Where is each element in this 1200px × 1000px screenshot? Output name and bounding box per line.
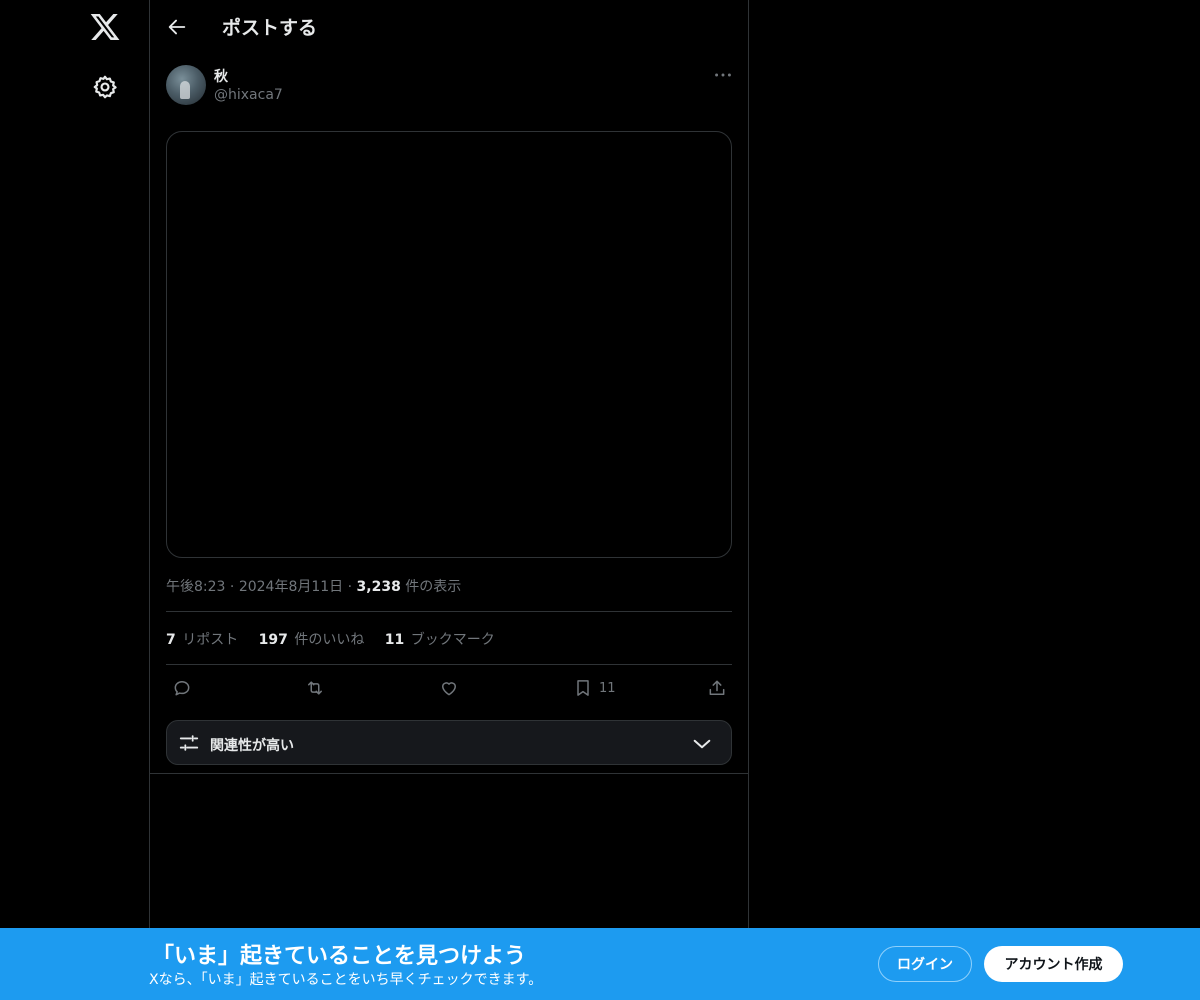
page: ポストする 秋 @hixaca7 午後8:23 · 2024年8月11日 · 3… (0, 0, 1200, 1000)
login-button[interactable]: ログイン (878, 946, 972, 982)
author-name[interactable]: 秋 (214, 66, 228, 86)
likes-label: 件のいいね (294, 632, 365, 648)
avatar[interactable] (166, 65, 206, 105)
chevron-down-icon (693, 739, 711, 749)
sort-label: 関連性が高い (210, 738, 294, 754)
repost-button[interactable] (305, 676, 325, 700)
divider (166, 664, 732, 665)
page-title: ポストする (222, 17, 318, 39)
views-count: 3,238 (356, 579, 401, 595)
post-meta: 午後8:23 · 2024年8月11日 · 3,238 件の表示 (166, 576, 461, 596)
banner-subtitle: Xなら、「いま」起きていることをいち早くチェックできます。 (149, 972, 543, 988)
meta-separator: · (229, 579, 235, 595)
like-button[interactable] (439, 676, 459, 700)
share-button[interactable] (707, 676, 727, 700)
sliders-icon (179, 735, 199, 751)
reply-sort-dropdown[interactable]: 関連性が高い (166, 720, 732, 765)
reply-icon (174, 681, 190, 696)
reposts-count: 7 (166, 632, 176, 648)
bookmark-icon (577, 680, 589, 696)
post-detail-column: ポストする 秋 @hixaca7 午後8:23 · 2024年8月11日 · 3… (149, 0, 749, 928)
bookmarks-stat[interactable]: 11 ブックマーク (385, 629, 495, 649)
bookmarks-label: ブックマーク (410, 632, 495, 648)
left-nav (0, 0, 149, 928)
post-date[interactable]: 2024年8月11日 (239, 579, 343, 595)
likes-stat[interactable]: 197 件のいいね (259, 629, 365, 649)
share-icon (709, 680, 725, 695)
heart-icon (442, 682, 456, 696)
post-media[interactable] (166, 131, 732, 558)
likes-count: 197 (258, 632, 288, 648)
arrow-left-icon[interactable] (166, 16, 188, 38)
bookmark-count: 11 (599, 680, 616, 696)
action-bar: 11 (150, 676, 748, 702)
banner-title: 「いま」起きていることを見つけよう (152, 944, 527, 969)
bookmarks-count: 11 (384, 632, 405, 648)
reposts-label: リポスト (182, 632, 239, 648)
divider (166, 611, 732, 612)
post-time[interactable]: 午後8:23 (166, 579, 225, 595)
repost-icon (308, 681, 322, 695)
divider (150, 773, 748, 774)
post-stats: 7 リポスト 197 件のいいね 11 ブックマーク (166, 629, 511, 649)
views-label: 件の表示 (405, 579, 462, 595)
x-logo-icon[interactable] (89, 11, 121, 43)
meta-separator: · (347, 579, 353, 595)
reply-button[interactable] (172, 676, 192, 700)
gear-icon[interactable] (92, 74, 118, 100)
author-handle[interactable]: @hixaca7 (214, 87, 283, 103)
more-horizontal-icon[interactable] (712, 64, 734, 86)
reposts-stat[interactable]: 7 リポスト (166, 629, 238, 649)
bookmark-button[interactable]: 11 (573, 676, 616, 700)
post-header: ポストする (150, 0, 748, 54)
signup-button[interactable]: アカウント作成 (984, 946, 1123, 982)
